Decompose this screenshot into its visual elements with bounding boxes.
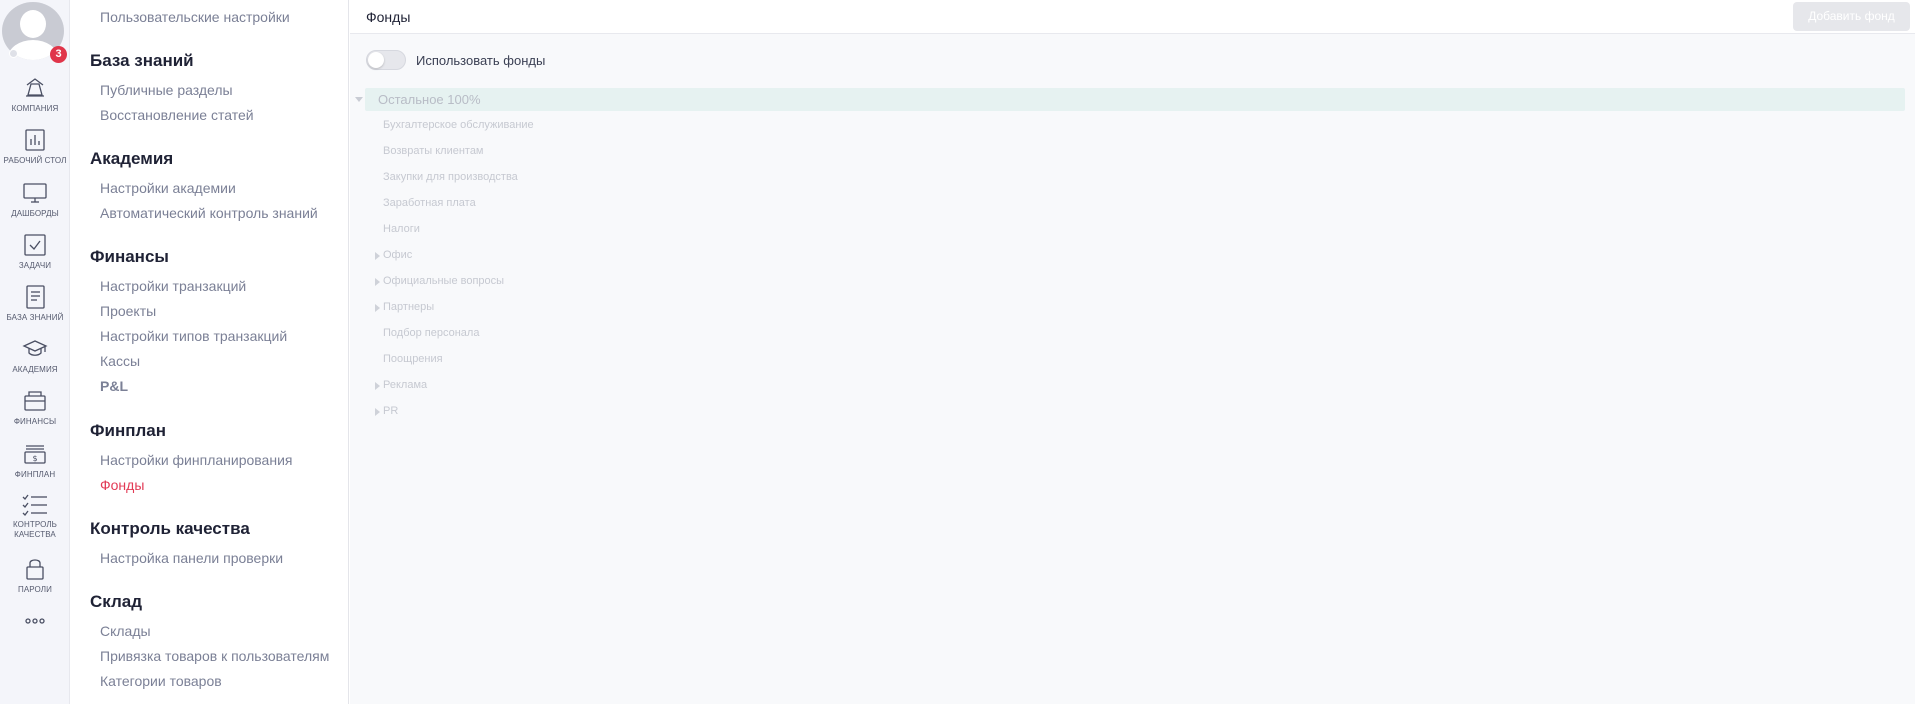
chevron-right-icon[interactable] bbox=[375, 382, 380, 390]
link-check-panel-settings[interactable]: Настройка панели проверки bbox=[100, 550, 283, 566]
rail-item-knowledge-base[interactable]: БАЗА ЗНАНИЙ bbox=[0, 284, 70, 334]
tree-item[interactable]: Бухгалтерское обслуживание bbox=[383, 119, 534, 131]
link-academy-settings[interactable]: Настройки академии bbox=[100, 180, 236, 196]
link-transaction-settings[interactable]: Настройки транзакций bbox=[100, 278, 246, 294]
tree-item[interactable]: Налоги bbox=[383, 223, 420, 235]
tree-item[interactable]: Офис bbox=[383, 249, 412, 261]
checklist-icon bbox=[22, 494, 47, 516]
link-finplan-settings[interactable]: Настройки финпланирования bbox=[100, 452, 292, 468]
rail-item-finance[interactable]: ФИНАНСЫ bbox=[0, 388, 70, 438]
chevron-right-icon[interactable] bbox=[375, 278, 380, 286]
user-avatar[interactable]: 3 bbox=[2, 2, 67, 63]
page-title: Фонды bbox=[366, 9, 411, 25]
link-warehouses[interactable]: Склады bbox=[100, 623, 151, 639]
section-title-knowledge-base: База знаний bbox=[90, 51, 194, 70]
checkbox-icon bbox=[24, 234, 46, 256]
section-title-finance: Финансы bbox=[90, 247, 169, 266]
link-public-sections[interactable]: Публичные разделы bbox=[100, 82, 233, 98]
chevron-right-icon[interactable] bbox=[375, 304, 380, 312]
company-icon bbox=[26, 78, 44, 97]
tree-item[interactable]: Партнеры bbox=[383, 301, 434, 313]
section-title-finplan: Финплан bbox=[90, 421, 167, 440]
section-title-quality-control: Контроль качества bbox=[90, 519, 250, 538]
rail-item-quality-control[interactable]: КОНТРОЛЬ КАЧЕСТВА bbox=[0, 492, 70, 552]
lock-icon bbox=[26, 559, 44, 580]
link-restore-articles[interactable]: Восстановление статей bbox=[100, 107, 254, 123]
chevron-right-icon[interactable] bbox=[375, 408, 380, 416]
link-goods-categories[interactable]: Категории товаров bbox=[100, 673, 222, 689]
money-stack-icon: $ bbox=[24, 445, 46, 464]
wallet-icon bbox=[24, 391, 46, 411]
rail-item-academy[interactable]: АКАДЕМИЯ bbox=[0, 336, 70, 386]
link-user-settings[interactable]: Пользовательские настройки bbox=[100, 9, 290, 25]
rail-item-dashboards[interactable]: ДАШБОРДЫ bbox=[0, 180, 70, 230]
tree-item[interactable]: Подбор персонала bbox=[383, 327, 479, 339]
rail-item-finplan[interactable]: $ ФИНПЛАН bbox=[0, 441, 70, 491]
document-icon bbox=[26, 285, 45, 309]
settings-sidebar: Пользовательские настройки База знаний П… bbox=[70, 0, 349, 704]
rail-item-company[interactable]: КОМПАНИЯ bbox=[0, 75, 70, 125]
tree-item[interactable]: Поощрения bbox=[383, 353, 443, 365]
tree-item[interactable]: Реклама bbox=[383, 379, 427, 391]
more-dots-icon bbox=[25, 618, 45, 624]
tree-item[interactable]: Заработная плата bbox=[383, 197, 476, 209]
desktop-icon bbox=[25, 129, 45, 151]
tree-item[interactable]: Возвраты клиентам bbox=[383, 145, 484, 157]
use-funds-label: Использовать фонды bbox=[416, 53, 546, 68]
add-fund-button[interactable]: Добавить фонд bbox=[1793, 2, 1910, 31]
link-cashboxes[interactable]: Кассы bbox=[100, 353, 140, 369]
graduation-cap-icon bbox=[22, 340, 48, 356]
svg-text:$: $ bbox=[32, 454, 37, 463]
section-title-warehouse: Склад bbox=[90, 592, 143, 611]
link-pnl[interactable]: P&L bbox=[100, 378, 128, 394]
use-funds-toggle[interactable] bbox=[366, 50, 406, 70]
tree-root-row[interactable] bbox=[365, 88, 1905, 111]
chevron-down-icon[interactable] bbox=[355, 97, 363, 102]
top-bar: Фонды Добавить фонд bbox=[350, 0, 1915, 34]
main-content: Фонды Добавить фонд Использовать фонды О… bbox=[350, 0, 1915, 704]
monitor-icon bbox=[23, 183, 47, 203]
tree-item[interactable]: Закупки для производства bbox=[383, 171, 518, 183]
rail-item-tasks[interactable]: ЗАДАЧИ bbox=[0, 232, 70, 282]
link-projects[interactable]: Проекты bbox=[100, 303, 156, 319]
section-title-academy: Академия bbox=[90, 149, 174, 168]
status-dot bbox=[9, 49, 18, 58]
tree-item[interactable]: PR bbox=[383, 405, 398, 417]
rail-item-passwords[interactable]: ПАРОЛИ bbox=[0, 556, 70, 606]
tree-root-label: Остальное 100% bbox=[378, 92, 481, 107]
link-goods-to-users[interactable]: Привязка товаров к пользователям bbox=[100, 648, 329, 664]
link-transaction-type-settings[interactable]: Настройки типов транзакций bbox=[100, 328, 287, 344]
more-button[interactable] bbox=[0, 616, 70, 636]
icon-rail: 3 КОМПАНИЯ РАБОЧИЙ СТОЛ ДАШБОРДЫ ЗАДАЧИ … bbox=[0, 0, 70, 704]
tree-item[interactable]: Официальные вопросы bbox=[383, 275, 504, 287]
rail-item-desktop[interactable]: РАБОЧИЙ СТОЛ bbox=[0, 127, 70, 177]
notification-badge: 3 bbox=[50, 46, 67, 63]
chevron-right-icon[interactable] bbox=[375, 252, 380, 260]
link-auto-knowledge-control[interactable]: Автоматический контроль знаний bbox=[100, 205, 318, 221]
link-funds[interactable]: Фонды bbox=[100, 477, 144, 493]
